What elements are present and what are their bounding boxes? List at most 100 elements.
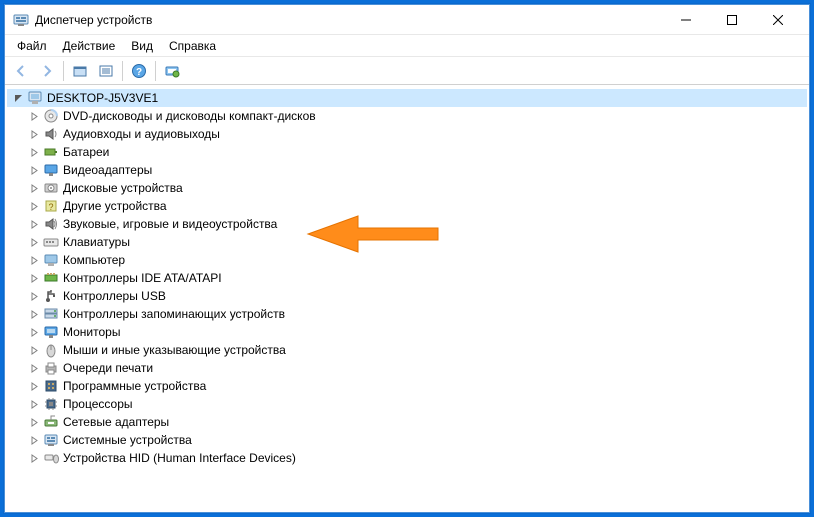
tree-item-label: Другие устройства	[63, 199, 167, 213]
tree-item[interactable]: Батареи	[7, 143, 807, 161]
ide-icon	[43, 270, 59, 286]
tree-children: DVD-дисководы и дисководы компакт-дисков…	[7, 107, 807, 467]
tree-item[interactable]: Клавиатуры	[7, 233, 807, 251]
toolbar-separator	[155, 61, 156, 81]
tree-item[interactable]: DVD-дисководы и дисководы компакт-дисков	[7, 107, 807, 125]
tree-item-label: Процессоры	[63, 397, 133, 411]
tree-item[interactable]: Очереди печати	[7, 359, 807, 377]
expand-icon[interactable]	[27, 253, 41, 267]
expand-icon[interactable]	[27, 451, 41, 465]
tree-item-label: Программные устройства	[63, 379, 206, 393]
help-button[interactable]: ?	[127, 59, 151, 83]
computer-icon	[43, 252, 59, 268]
toolbar-separator	[122, 61, 123, 81]
expand-icon[interactable]	[27, 361, 41, 375]
expand-icon[interactable]	[27, 343, 41, 357]
expand-icon[interactable]	[27, 397, 41, 411]
tree-root-label: DESKTOP-J5V3VE1	[47, 91, 158, 105]
expand-icon[interactable]	[27, 109, 41, 123]
app-icon	[13, 12, 29, 28]
close-button[interactable]	[755, 5, 801, 35]
menu-help[interactable]: Справка	[161, 37, 224, 55]
scan-button[interactable]	[160, 59, 184, 83]
expand-icon[interactable]	[27, 415, 41, 429]
tree-item[interactable]: Звуковые, игровые и видеоустройства	[7, 215, 807, 233]
expand-icon[interactable]	[27, 145, 41, 159]
hid-icon	[43, 450, 59, 466]
expand-icon[interactable]	[27, 379, 41, 393]
back-button[interactable]	[9, 59, 33, 83]
expand-icon[interactable]	[11, 91, 25, 105]
tree-item[interactable]: Контроллеры IDE ATA/ATAPI	[7, 269, 807, 287]
expand-icon[interactable]	[27, 433, 41, 447]
window-title: Диспетчер устройств	[35, 13, 663, 27]
system-icon	[43, 432, 59, 448]
network-icon	[43, 414, 59, 430]
tree-item-label: Видеоадаптеры	[63, 163, 152, 177]
svg-text:?: ?	[136, 67, 142, 78]
tree-item[interactable]: ? Другие устройства	[7, 197, 807, 215]
expand-icon[interactable]	[27, 199, 41, 213]
expand-icon[interactable]	[27, 289, 41, 303]
tree-item[interactable]: Дисковые устройства	[7, 179, 807, 197]
svg-text:?: ?	[48, 202, 53, 212]
expand-icon[interactable]	[27, 163, 41, 177]
printer-icon	[43, 360, 59, 376]
tree-item[interactable]: Программные устройства	[7, 377, 807, 395]
tree-item[interactable]: Контроллеры USB	[7, 287, 807, 305]
menu-view[interactable]: Вид	[123, 37, 161, 55]
expand-icon[interactable]	[27, 307, 41, 321]
tree-item-label: Дисковые устройства	[63, 181, 183, 195]
display-icon	[43, 162, 59, 178]
forward-button[interactable]	[35, 59, 59, 83]
tree-item-label: Устройства HID (Human Interface Devices)	[63, 451, 296, 465]
menu-action[interactable]: Действие	[55, 37, 124, 55]
tree-content[interactable]: DESKTOP-J5V3VE1 DVD-дисководы и дисковод…	[5, 85, 809, 512]
minimize-button[interactable]	[663, 5, 709, 35]
tree-item[interactable]: Мониторы	[7, 323, 807, 341]
tree-item-label: Контроллеры запоминающих устройств	[63, 307, 285, 321]
storage-icon	[43, 306, 59, 322]
audio-icon	[43, 126, 59, 142]
expand-icon[interactable]	[27, 235, 41, 249]
battery-icon	[43, 144, 59, 160]
tree-item[interactable]: Системные устройства	[7, 431, 807, 449]
tree-item-label: Аудиовходы и аудиовыходы	[63, 127, 220, 141]
tree-item-label: Контроллеры IDE ATA/ATAPI	[63, 271, 222, 285]
menu-file[interactable]: Файл	[9, 37, 55, 55]
tree-item[interactable]: Видеоадаптеры	[7, 161, 807, 179]
maximize-button[interactable]	[709, 5, 755, 35]
tree-item[interactable]: Сетевые адаптеры	[7, 413, 807, 431]
tree-item-label: Звуковые, игровые и видеоустройства	[63, 217, 277, 231]
tree-item[interactable]: Аудиовходы и аудиовыходы	[7, 125, 807, 143]
computer-icon	[27, 90, 43, 106]
expand-icon[interactable]	[27, 325, 41, 339]
tree-item[interactable]: Контроллеры запоминающих устройств	[7, 305, 807, 323]
tree-item[interactable]: Мыши и иные указывающие устройства	[7, 341, 807, 359]
keyboard-icon	[43, 234, 59, 250]
disc-icon	[43, 108, 59, 124]
other-icon: ?	[43, 198, 59, 214]
expand-icon[interactable]	[27, 127, 41, 141]
sound-icon	[43, 216, 59, 232]
drive-icon	[43, 180, 59, 196]
toolbar-button-4[interactable]	[94, 59, 118, 83]
usb-icon	[43, 288, 59, 304]
tree-item-label: Сетевые адаптеры	[63, 415, 169, 429]
tree-item[interactable]: Компьютер	[7, 251, 807, 269]
expand-icon[interactable]	[27, 181, 41, 195]
tree-root-row[interactable]: DESKTOP-J5V3VE1	[7, 89, 807, 107]
show-hidden-button[interactable]	[68, 59, 92, 83]
mouse-icon	[43, 342, 59, 358]
tree-item[interactable]: Процессоры	[7, 395, 807, 413]
expand-icon[interactable]	[27, 271, 41, 285]
tree-item-label: Мыши и иные указывающие устройства	[63, 343, 286, 357]
tree-item[interactable]: Устройства HID (Human Interface Devices)	[7, 449, 807, 467]
expand-icon[interactable]	[27, 217, 41, 231]
tree-item-label: Компьютер	[63, 253, 125, 267]
toolbar-separator	[63, 61, 64, 81]
tree-item-label: Мониторы	[63, 325, 120, 339]
tree-item-label: DVD-дисководы и дисководы компакт-дисков	[63, 109, 316, 123]
cpu-icon	[43, 396, 59, 412]
tree-item-label: Системные устройства	[63, 433, 192, 447]
